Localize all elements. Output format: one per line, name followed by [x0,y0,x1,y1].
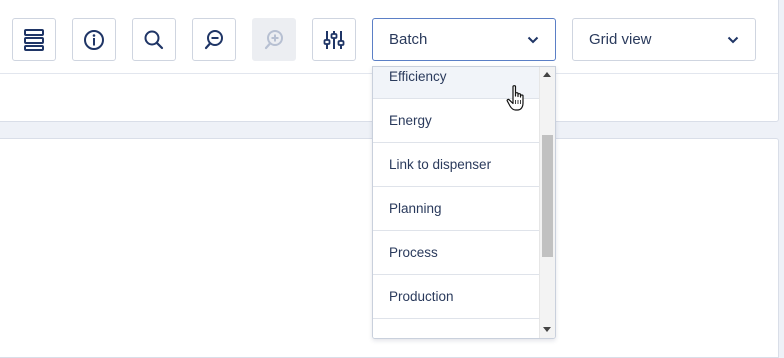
zoom-out-button[interactable] [192,18,236,61]
view-select-value: Grid view [589,31,652,48]
search-button[interactable] [132,18,176,61]
zoom-out-icon [204,29,223,49]
dropdown-scrollbar[interactable] [539,67,555,338]
category-select[interactable]: Batch [372,18,556,61]
dropdown-option[interactable] [373,319,539,338]
dropdown-option[interactable]: Energy [373,99,539,143]
scroll-down-arrow-icon[interactable] [543,327,551,332]
zoom-in-icon [264,29,283,49]
category-dropdown-list[interactable]: Efficiency Energy Link to dispenser Plannin… [372,66,556,339]
dropdown-option[interactable]: Process [373,231,539,275]
dropdown-option[interactable]: Production [373,275,539,319]
layout-rows-button[interactable] [12,18,56,61]
zoom-in-button[interactable] [252,18,296,61]
info-icon [84,29,104,50]
scroll-up-arrow-icon[interactable] [543,72,551,77]
dropdown-option[interactable]: Planning [373,187,539,231]
rows-icon [24,28,44,51]
dropdown-option[interactable]: Link to dispenser [373,143,539,187]
dropdown-option[interactable]: Efficiency [373,67,539,99]
scroll-thumb[interactable] [542,135,553,257]
sliders-icon [323,30,345,49]
search-icon [144,30,164,49]
chevron-down-icon [727,36,739,43]
dropdown-options: Efficiency Energy Link to dispenser Plannin… [373,67,539,338]
category-select-value: Batch [389,31,428,48]
info-button[interactable] [72,18,116,61]
view-select[interactable]: Grid view [572,18,756,61]
chevron-down-icon [527,36,539,43]
filter-settings-button[interactable] [312,18,356,61]
